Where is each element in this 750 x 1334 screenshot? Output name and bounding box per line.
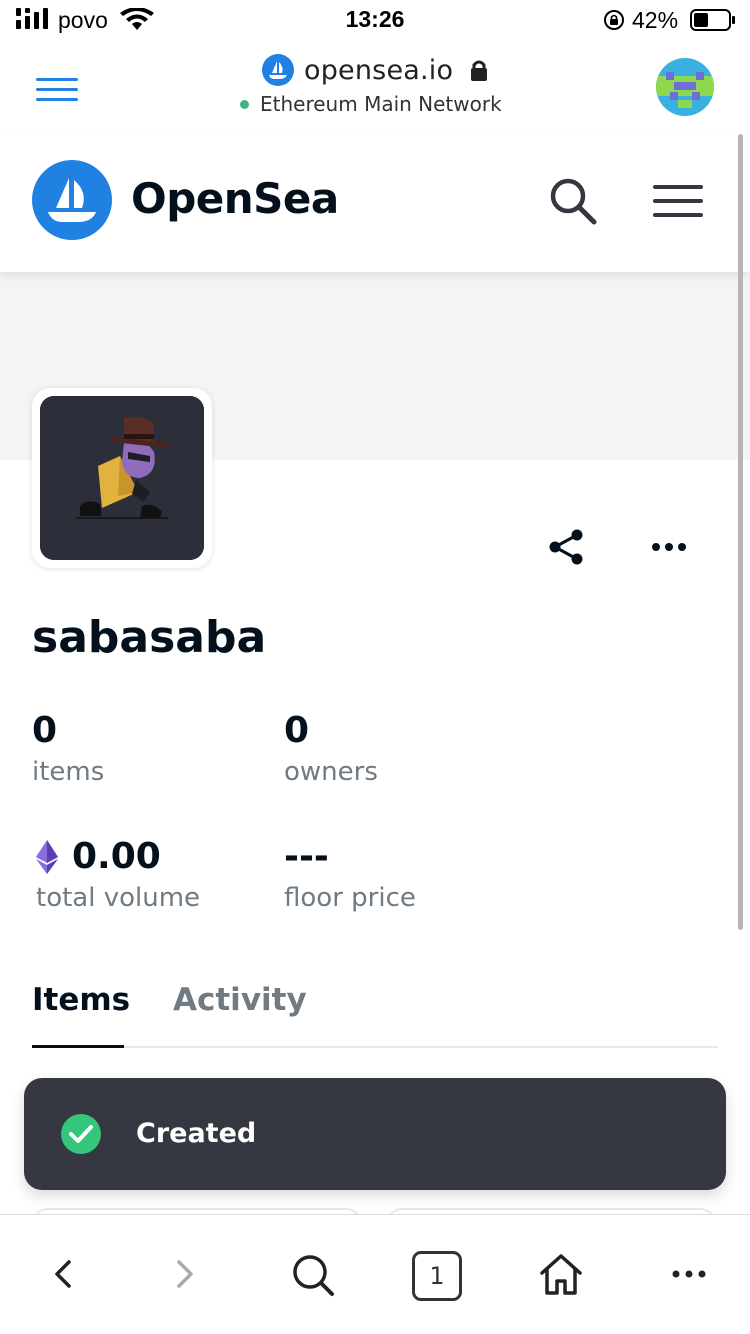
hamburger-menu-icon[interactable] [653,184,703,218]
network-status-dot [240,99,249,109]
stat-owners-label: owners [284,757,378,787]
battery-percentage: 42% [632,7,679,33]
tab-items[interactable]: Items [32,982,130,1018]
opensea-navbar: OpenSea [0,132,750,272]
network-name: Ethereum Main Network [260,92,502,116]
stat-floor-price-value: --- [284,836,329,877]
search-icon[interactable] [548,176,598,226]
toast-message: Created [136,1118,257,1149]
network-status: Ethereum Main Network [240,92,502,116]
site-address[interactable]: opensea.io [262,52,489,88]
stat-items-label: items [32,757,105,787]
opensea-logo-icon[interactable] [32,160,112,240]
search-icon[interactable] [287,1249,337,1299]
tabs-count-button[interactable]: 1 [412,1251,462,1301]
back-icon[interactable] [38,1249,88,1299]
hamburger-menu-icon[interactable] [36,76,78,104]
stat-total-volume-label: total volume [36,883,201,913]
stat-items-value: 0 [32,710,58,751]
detective-character-image [40,396,204,560]
more-icon[interactable] [650,540,688,554]
url-domain: opensea.io [304,54,454,86]
collection-name: sabasaba [32,612,267,663]
forward-icon[interactable] [160,1249,210,1299]
stat-floor-price-label: floor price [284,883,416,913]
tab-activity[interactable]: Activity [173,982,307,1018]
browser-header: opensea.io Ethereum Main Network [0,40,750,132]
padlock-icon [471,60,488,81]
collection-image [40,396,204,560]
opensea-logo-icon [262,54,294,86]
battery-icon [690,9,735,31]
stat-floor-price: --- floor price [284,836,416,918]
browser-toolbar: 1 [0,1214,750,1334]
collection-avatar [32,388,212,568]
share-icon[interactable] [548,528,584,566]
more-icon[interactable] [664,1249,714,1299]
stat-total-volume-value: 0.00 [72,836,161,877]
stat-owners: 0 owners [284,710,378,792]
status-bar: povo 13:26 42% [0,0,750,40]
ethereum-icon [36,840,58,874]
stat-owners-value: 0 [284,710,310,751]
scrollbar[interactable] [738,134,743,930]
check-circle-icon [61,1114,101,1154]
collection-tabs: Items Activity [32,976,718,1048]
stat-total-volume: 0.00 total volume [36,836,200,918]
brand-name[interactable]: OpenSea [131,174,339,223]
home-icon[interactable] [536,1249,586,1299]
orientation-lock-icon [604,10,624,30]
success-toast[interactable]: Created [24,1078,726,1190]
wallet-avatar-icon[interactable] [656,58,714,116]
stat-items: 0 items [32,710,104,792]
active-tab-indicator [32,1045,124,1048]
